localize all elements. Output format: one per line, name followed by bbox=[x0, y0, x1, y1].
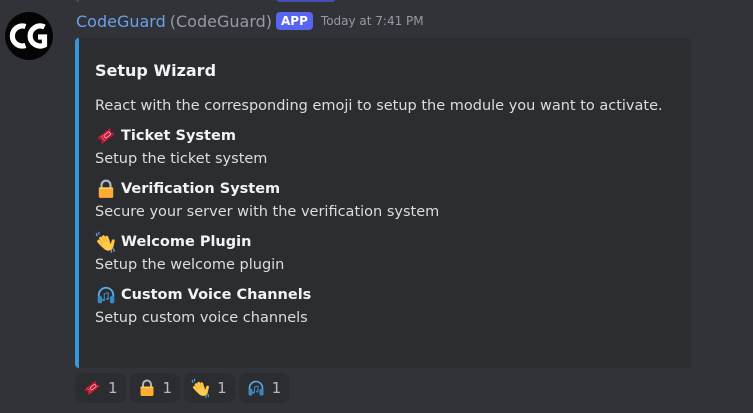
previous-badge bbox=[276, 0, 336, 2]
embed-field-welcome: Welcome Plugin Setup the welcome plugin bbox=[95, 231, 679, 275]
reaction-count: 1 bbox=[108, 379, 118, 397]
previous-message-fragment bbox=[76, 0, 336, 4]
reaction-wave[interactable]: 1 bbox=[184, 373, 235, 403]
headphones-icon bbox=[246, 378, 266, 398]
lock-icon bbox=[137, 378, 157, 398]
waving-hand-icon bbox=[95, 231, 117, 253]
embed-description: React with the corresponding emoji to se… bbox=[95, 98, 663, 114]
author-username: (CodeGuard) bbox=[169, 11, 273, 31]
reaction-headphones[interactable]: 1 bbox=[238, 373, 290, 403]
reaction-lock[interactable]: 1 bbox=[129, 373, 181, 403]
headphones-icon bbox=[95, 284, 117, 306]
field-name: Ticket System bbox=[121, 128, 236, 144]
message-timestamp[interactable]: Today at 7:41 PM bbox=[321, 14, 424, 28]
reaction-count: 1 bbox=[217, 379, 227, 397]
message-header: CodeGuard (CodeGuard) APP Today at 7:41 … bbox=[76, 10, 424, 32]
avatar[interactable] bbox=[5, 12, 53, 60]
reaction-bar: 1 1 1 1 bbox=[75, 373, 290, 403]
waving-hand-icon bbox=[191, 378, 211, 398]
ticket-icon bbox=[95, 125, 117, 147]
field-name: Welcome Plugin bbox=[121, 234, 252, 250]
field-value: Setup the ticket system bbox=[95, 151, 268, 167]
reply-arc-icon bbox=[76, 0, 90, 4]
embed-field-voice: Custom Voice Channels Setup custom voice… bbox=[95, 284, 679, 328]
codeguard-logo-icon bbox=[9, 23, 48, 49]
embed-card: Setup Wizard React with the correspondin… bbox=[75, 38, 691, 368]
reaction-count: 1 bbox=[271, 379, 282, 397]
ticket-icon bbox=[82, 378, 102, 398]
field-name: Custom Voice Channels bbox=[121, 287, 312, 303]
reaction-ticket[interactable]: 1 bbox=[75, 373, 126, 403]
field-value: Setup custom voice channels bbox=[95, 310, 308, 326]
embed-field-ticket: Ticket System Setup the ticket system bbox=[95, 125, 679, 169]
app-badge: APP bbox=[276, 12, 313, 30]
author-name[interactable]: CodeGuard bbox=[76, 12, 166, 31]
embed-field-verification: Verification System Secure your server w… bbox=[95, 178, 679, 222]
lock-icon bbox=[95, 178, 117, 200]
embed-title: Setup Wizard bbox=[95, 61, 217, 80]
reaction-count: 1 bbox=[162, 379, 173, 397]
field-value: Setup the welcome plugin bbox=[95, 257, 285, 273]
field-value: Secure your server with the verification… bbox=[95, 204, 440, 220]
field-name: Verification System bbox=[121, 181, 281, 197]
chat-area: CodeGuard (CodeGuard) APP Today at 7:41 … bbox=[0, 0, 753, 413]
